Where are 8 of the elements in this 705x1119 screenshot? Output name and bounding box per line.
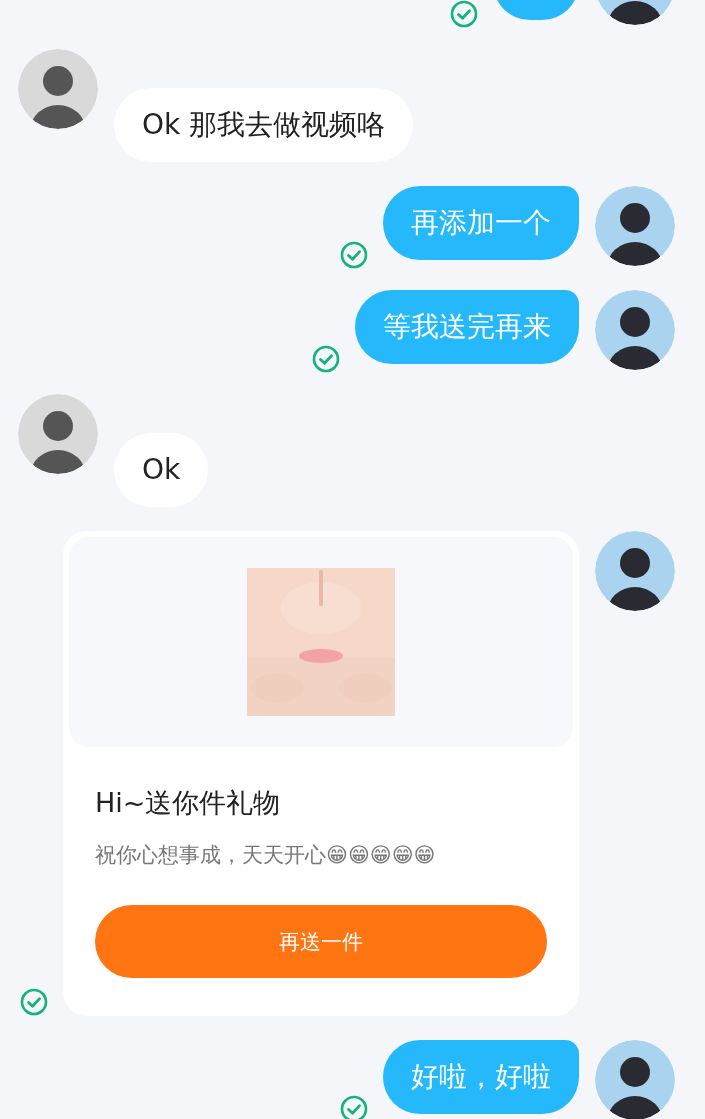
- incoming-message-bubble: Ok 那我去做视频咯: [114, 88, 414, 162]
- outgoing-message-bubble: 再添加一个: [383, 186, 579, 260]
- gift-title: Hi~送你件礼物: [95, 786, 282, 820]
- outgoing-message-bubble: 等我送完再来: [355, 290, 579, 364]
- outgoing-message-bubble: 好啦，好啦: [383, 1040, 579, 1114]
- incoming-message-bubble: Ok: [114, 433, 209, 507]
- gift-message: 祝你心想事成，天天开心😁😁😁😁😁: [95, 842, 437, 869]
- send-again-button[interactable]: 再送一件: [95, 905, 547, 978]
